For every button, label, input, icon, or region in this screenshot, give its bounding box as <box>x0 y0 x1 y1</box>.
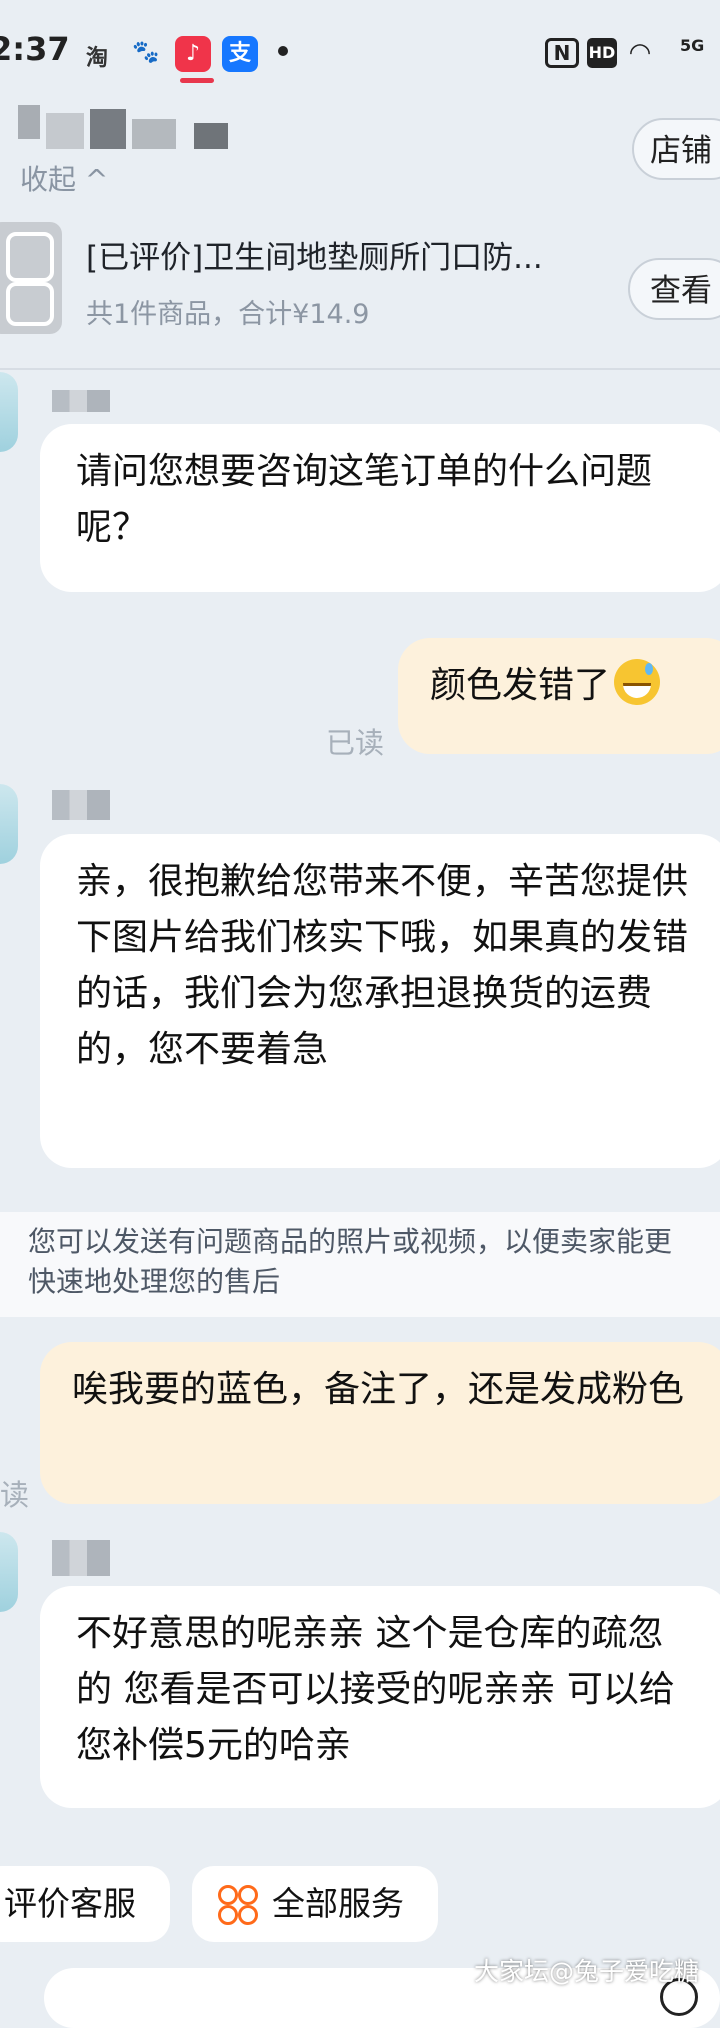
shop-name-blurred <box>18 95 248 155</box>
collapse-toggle[interactable]: 收起 ^ <box>20 158 108 198</box>
review-service-button[interactable]: 评价客服 <box>0 1866 170 1942</box>
read-receipt: 读 <box>0 1478 30 1512</box>
status-time: 2:37 <box>0 30 70 68</box>
message-text: 颜色发错了 <box>430 665 611 706</box>
message-bubble[interactable]: 亲，很抱歉给您带来不便，辛苦您提供下图片给我们核实下哦，如果真的发错的话，我们会… <box>40 834 720 1168</box>
taobao-icon: 淘 <box>86 46 109 71</box>
view-order-button[interactable]: 查看 <box>628 258 720 320</box>
grin-sweat-emoji <box>614 659 661 705</box>
notification-dot-icon <box>278 46 288 56</box>
watermark-text: 大家坛@兔子爱吃糖 <box>474 1957 700 1986</box>
read-receipt: 已读 <box>326 726 385 760</box>
all-services-label: 全部服务 <box>272 1884 404 1923</box>
alipay-icon: 支 <box>222 36 258 72</box>
message-text: 唉我要的蓝色，备注了，还是发成粉色 <box>72 1369 685 1410</box>
sender-name-blurred <box>52 790 110 820</box>
shop-avatar[interactable] <box>0 784 18 864</box>
order-product-thumbnail[interactable] <box>0 222 62 334</box>
wifi-icon: ◠ <box>630 38 650 68</box>
order-title[interactable]: [已评价]卫生间地垫厕所门口防... <box>86 232 606 277</box>
message-bubble[interactable]: 请问您想要咨询这笔订单的什么问题呢？ <box>40 424 720 592</box>
all-services-grid-icon <box>218 1885 258 1925</box>
review-service-label: 评价客服 <box>4 1884 136 1923</box>
message-bubble[interactable]: 不好意思的呢亲亲 这个是仓库的疏忽的 您看是否可以接受的呢亲亲 可以给您补偿5元… <box>40 1586 720 1808</box>
hd-icon: HD <box>587 38 617 68</box>
message-text: 亲，很抱歉给您带来不便，辛苦您提供下图片给我们核实下哦，如果真的发错的话，我们会… <box>76 861 689 1070</box>
system-notice-text: 您可以发送有问题商品的照片或视频，以便卖家能更快速地处理您的售后 <box>28 1225 673 1298</box>
nfc-icon: N <box>545 38 579 68</box>
message-text: 请问您想要咨询这笔订单的什么问题呢？ <box>76 451 653 548</box>
signal-icon: 5G <box>680 36 705 55</box>
sender-name-blurred <box>52 390 110 412</box>
shop-avatar[interactable] <box>0 372 18 452</box>
system-notice: 您可以发送有问题商品的照片或视频，以便卖家能更快速地处理您的售后 <box>0 1212 720 1317</box>
header-divider <box>0 368 720 370</box>
shop-avatar[interactable] <box>0 1532 18 1612</box>
store-button[interactable]: 店铺 <box>632 118 720 180</box>
message-bubble-user[interactable]: 颜色发错了 <box>398 638 720 754</box>
order-summary: 共1件商品，合计¥14.9 <box>86 299 370 330</box>
status-bar: 2:37 淘 🐾 ♪ 支 N HD ◠ 5G <box>0 0 720 100</box>
sender-name-blurred <box>52 1540 110 1576</box>
all-services-button[interactable]: 全部服务 <box>192 1866 438 1942</box>
message-bubble-user[interactable]: 唉我要的蓝色，备注了，还是发成粉色 <box>40 1342 720 1504</box>
music-app-indicator <box>180 78 214 83</box>
music-app-icon: ♪ <box>175 36 211 72</box>
baidu-icon: 🐾 <box>132 40 160 65</box>
message-text: 不好意思的呢亲亲 这个是仓库的疏忽的 您看是否可以接受的呢亲亲 可以给您补偿5元… <box>76 1613 675 1766</box>
